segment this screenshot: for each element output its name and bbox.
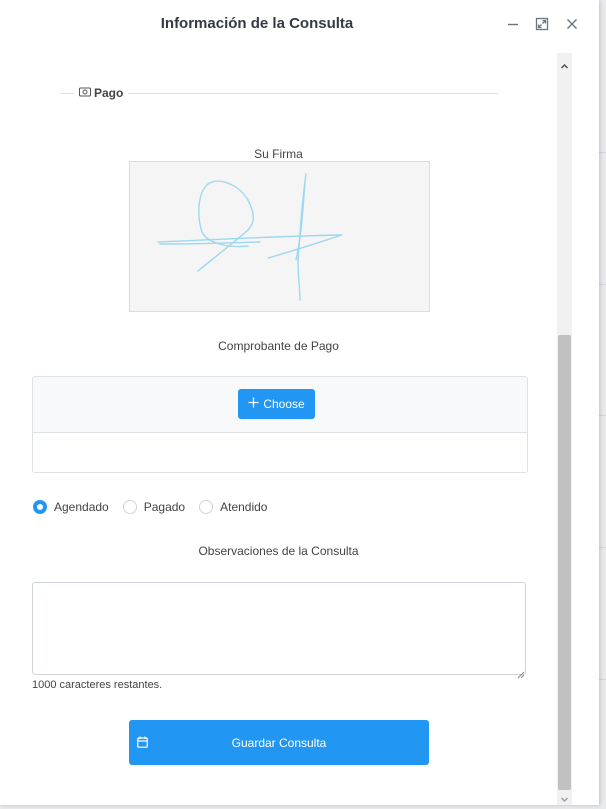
observations-textarea[interactable] <box>32 582 526 675</box>
status-option-label: Atendido <box>220 500 268 514</box>
file-upload-toolbar: Choose <box>33 377 527 433</box>
status-radio-group: Agendado Pagado Atendido <box>33 500 281 514</box>
status-option-label: Pagado <box>143 500 186 514</box>
signature-label: Su Firma <box>254 147 303 161</box>
status-option-pagado[interactable]: Pagado <box>122 500 186 514</box>
choose-file-button[interactable]: Choose <box>238 389 315 419</box>
maximize-icon[interactable] <box>535 17 549 31</box>
fieldset-legend: Pago <box>74 86 129 100</box>
file-upload: Choose <box>32 376 528 473</box>
signature-stroke <box>157 234 343 259</box>
observations-label: Observaciones de la Consulta <box>198 544 359 558</box>
file-upload-dropzone[interactable] <box>33 433 527 472</box>
radio-button[interactable] <box>199 500 214 514</box>
signature-stroke <box>159 241 261 245</box>
signature-stroke <box>197 180 254 272</box>
save-consultation-button[interactable]: Guardar Consulta <box>129 720 429 765</box>
radio-button[interactable] <box>122 500 137 514</box>
choose-file-label: Choose <box>263 397 305 411</box>
fieldset-legend-label: Pago <box>94 86 124 100</box>
minimize-icon[interactable] <box>506 17 520 31</box>
scroll-down-arrow-icon[interactable] <box>560 791 569 803</box>
receipt-label: Comprobante de Pago <box>218 339 339 353</box>
scroll-up-arrow-icon[interactable] <box>560 58 569 69</box>
dialog-header: Información de la Consulta <box>0 0 599 48</box>
money-icon <box>79 86 91 100</box>
signature-pad[interactable] <box>129 161 430 312</box>
dialog-title: Información de la Consulta <box>160 15 354 32</box>
status-option-label: Agendado <box>54 500 109 514</box>
status-option-agendado[interactable]: Agendado <box>33 500 109 514</box>
save-consultation-label: Guardar Consulta <box>231 736 327 750</box>
vertical-scrollbar[interactable] <box>557 53 572 805</box>
remaining-characters: 1000 caracteres restantes. <box>32 679 163 691</box>
status-option-atendido[interactable]: Atendido <box>199 500 267 514</box>
consultation-dialog: Información de la Consulta Pago Su Firma… <box>0 0 599 805</box>
radio-button[interactable] <box>33 500 47 514</box>
resize-grip-icon[interactable] <box>517 666 525 684</box>
plus-icon <box>248 397 259 411</box>
scrollbar-thumb[interactable] <box>558 335 571 790</box>
close-icon[interactable] <box>565 17 579 31</box>
